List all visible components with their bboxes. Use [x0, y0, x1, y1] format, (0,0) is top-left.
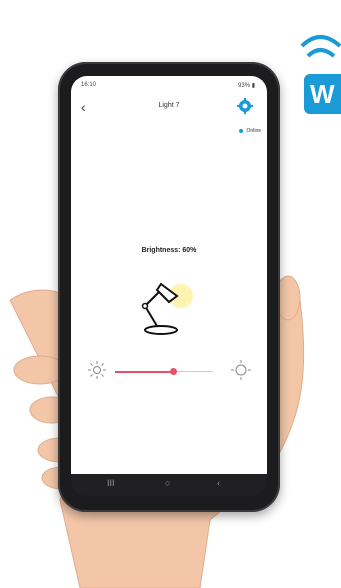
app-header: ‹ Light 7 [71, 94, 267, 120]
status-battery: 93% ▮ [238, 83, 255, 89]
slider-track-active[interactable] [115, 371, 174, 373]
wifi-badge-letter: W [304, 74, 341, 114]
phone-screen: 16:10 93% ▮ ‹ Light 7 Online Brightness:… [71, 76, 267, 476]
online-status: Online [239, 128, 261, 134]
recent-apps-button[interactable]: III [107, 478, 115, 488]
back-button[interactable]: ‹ [217, 478, 220, 488]
slider-thumb[interactable] [170, 368, 178, 375]
online-dot-icon [239, 128, 244, 133]
status-time: 16:10 [81, 82, 97, 88]
status-bar: 16:10 93% ▮ [71, 80, 267, 92]
wifi-badge: W [300, 16, 341, 114]
lamp-icon [141, 282, 193, 335]
online-label: Online [246, 128, 261, 134]
wifi-icon [300, 35, 341, 58]
slider-track-rest[interactable] [173, 371, 213, 372]
gear-icon[interactable] [237, 98, 253, 114]
android-nav-bar: III ○ ‹ [71, 474, 267, 496]
brightness-label: Brightness: 60% [141, 247, 197, 254]
sun-bright-icon[interactable] [231, 360, 251, 380]
brightness-slider-row [71, 356, 267, 386]
sun-dim-icon[interactable] [87, 360, 107, 380]
home-button[interactable]: ○ [165, 478, 170, 488]
